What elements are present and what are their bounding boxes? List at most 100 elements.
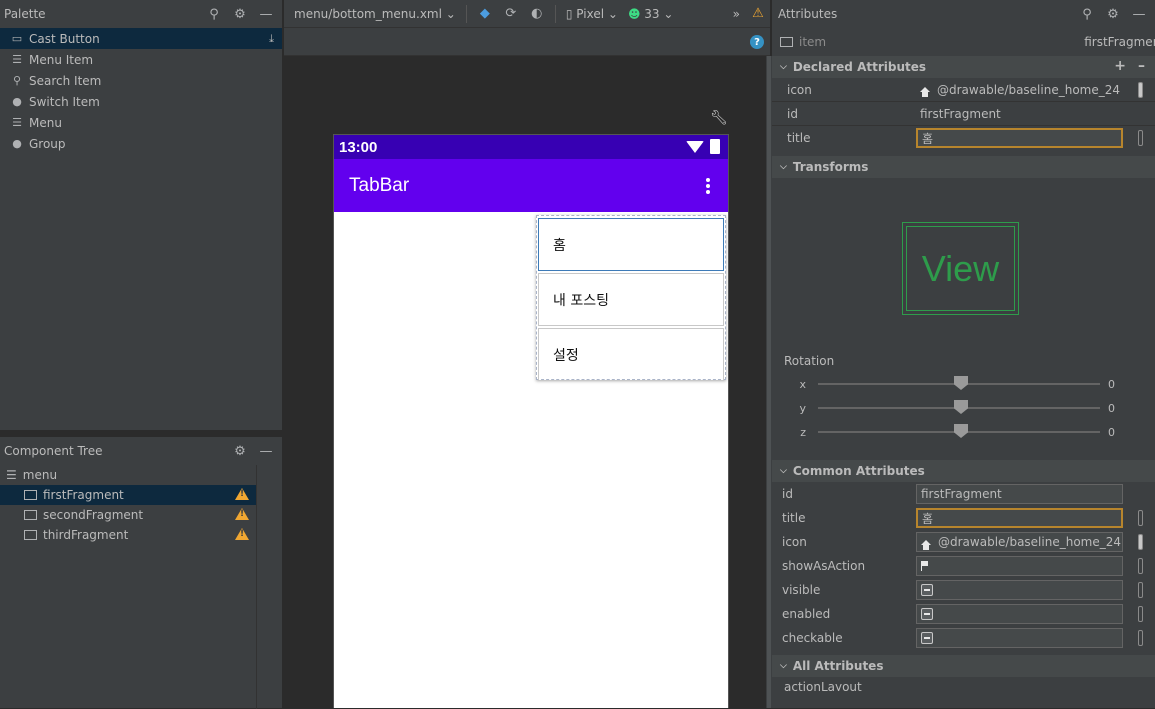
menu-item-label: 홈 [553,237,566,254]
menu-item-settings[interactable]: 설정 [538,328,724,381]
download-icon[interactable]: ⤓ [269,32,274,46]
palette-item-menu-item[interactable]: ☰ Menu Item [0,49,282,70]
tree-item-label: secondFragment [43,508,144,522]
palette-item-cast-button[interactable]: ▭ Cast Button ⤓ [0,28,282,49]
warning-icon[interactable] [235,508,249,520]
device-label: Pixel [576,6,605,21]
palette-item-search-item[interactable]: ⚲ Search Item [0,70,282,91]
attr-name: checkable [782,631,843,645]
transforms-section[interactable]: ⌵ Transforms [772,156,1155,178]
menu-item-label: 내 포스팅 [553,292,609,309]
tree-divider[interactable] [256,465,257,709]
element-id: firstFragment [1084,35,1155,49]
resource-picker-button[interactable] [1138,130,1143,146]
search-icon[interactable]: ⚲ [1079,6,1095,22]
indeterminate-checkbox-icon[interactable] [921,584,933,596]
slider-thumb[interactable] [954,424,968,438]
wrench-icon[interactable]: 🔧︎ [710,110,728,126]
slider-thumb[interactable] [954,376,968,390]
menu-item-home[interactable]: 홈 [538,218,724,271]
checkable-input[interactable] [916,628,1123,648]
more-vert-icon[interactable] [706,178,710,194]
menu-icon: ☰ [6,468,17,482]
rotation-label: Rotation [784,354,835,368]
overflow-toolbar-button[interactable]: » [733,7,740,21]
tree-item-label: menu [22,468,58,482]
show-as-action-input[interactable] [916,556,1123,576]
attr-name: icon [787,82,812,97]
app-title: TabBar [349,174,410,196]
declared-row-title: title 홈 [772,126,1155,150]
attr-value: @drawable/baseline_home_24 [938,535,1121,549]
tree-root-menu[interactable]: ☰ menu [0,465,256,485]
resource-picker-button[interactable] [1138,630,1143,646]
remove-icon[interactable]: – [1138,58,1145,74]
search-icon: ⚲ [12,74,22,87]
declared-attributes-section[interactable]: ⌵ Declared Attributes + – [772,56,1155,78]
id-value[interactable]: firstFragment [916,104,1123,124]
icon-value[interactable]: @drawable/baseline_home_24 [916,80,1123,100]
palette-item-switch-item[interactable]: ● Switch Item [0,91,282,112]
slider-value: 0 [1108,425,1115,439]
gear-icon[interactable]: ⚙ [232,6,248,22]
resource-picker-button[interactable] [1138,606,1143,622]
palette-item-group[interactable]: ● Group [0,133,282,154]
gear-icon[interactable]: ⚙ [1105,6,1121,22]
visible-input[interactable] [916,580,1123,600]
tree-item-third-fragment[interactable]: thirdFragment [0,525,256,545]
icon-input[interactable]: @drawable/baseline_home_24 [916,532,1123,552]
slider-thumb[interactable] [954,400,968,414]
resource-picker-button[interactable] [1138,558,1143,574]
indeterminate-checkbox-icon[interactable] [921,608,933,620]
layers-icon[interactable]: ◆ [477,6,493,22]
component-tree-header: Component Tree ⚙ — [0,437,282,465]
gear-icon[interactable]: ⚙ [232,443,248,459]
flag-icon [921,561,929,571]
attributes-panel: Attributes ⚲ ⚙ — item firstFragment ⌵ De… [772,0,1155,708]
api-selector[interactable]: ☻ 33 ⌄ [628,7,674,21]
rotation-y-slider[interactable]: y 0 [772,396,1155,420]
help-icon[interactable]: ? [750,35,764,49]
rotation-x-slider[interactable]: x 0 [772,372,1155,396]
menu-item-my-posting[interactable]: 내 포스팅 [538,273,724,326]
toolbar-separator [554,4,556,23]
common-attributes-section[interactable]: ⌵ Common Attributes [772,460,1155,482]
palette-item-menu[interactable]: ☰ Menu [0,112,282,133]
tree-item-first-fragment[interactable]: firstFragment [0,485,256,505]
minimize-icon[interactable]: — [1131,6,1147,22]
title-input[interactable]: 홈 [916,128,1123,148]
warning-icon[interactable]: ⚠ [750,6,766,22]
file-tab[interactable]: menu/bottom_menu.xml ⌄ [294,7,456,21]
resource-picker-button[interactable] [1138,534,1143,550]
chevron-down-icon: ⌵ [780,661,787,671]
axis-label: z [800,425,806,439]
title-input[interactable]: 홈 [916,508,1123,528]
warning-icon[interactable] [235,488,249,500]
slider-value: 0 [1108,401,1115,415]
tree-item-second-fragment[interactable]: secondFragment [0,505,256,525]
home-icon [920,87,930,97]
indeterminate-checkbox-icon[interactable] [921,632,933,644]
phone-preview: 13:00 TabBar 홈 내 포스팅 설정 [333,134,729,708]
search-icon[interactable]: ⚲ [206,6,222,22]
warning-icon[interactable] [235,528,249,540]
minimize-icon[interactable]: — [258,6,274,22]
declared-row-id: id firstFragment [772,102,1155,126]
device-selector[interactable]: ▯ Pixel ⌄ [566,7,618,21]
resource-picker-button[interactable] [1138,510,1143,526]
chevron-down-icon: ⌵ [780,162,787,172]
id-input[interactable]: firstFragment [916,484,1123,504]
attr-name: id [787,106,798,121]
section-title: Transforms [792,160,869,174]
theme-icon[interactable]: ◐ [529,6,545,22]
enabled-input[interactable] [916,604,1123,624]
all-attributes-section[interactable]: ⌵ All Attributes [772,655,1155,677]
minimize-icon[interactable]: — [258,443,274,459]
palette-item-label: Switch Item [29,94,100,109]
palette-item-label: Menu Item [29,52,94,67]
rotation-z-slider[interactable]: z 0 [772,420,1155,444]
resource-picker-button[interactable] [1138,582,1143,598]
add-icon[interactable]: + [1114,58,1126,74]
orientation-icon[interactable]: ⟳ [503,6,519,22]
resource-picker-button[interactable] [1138,82,1143,98]
